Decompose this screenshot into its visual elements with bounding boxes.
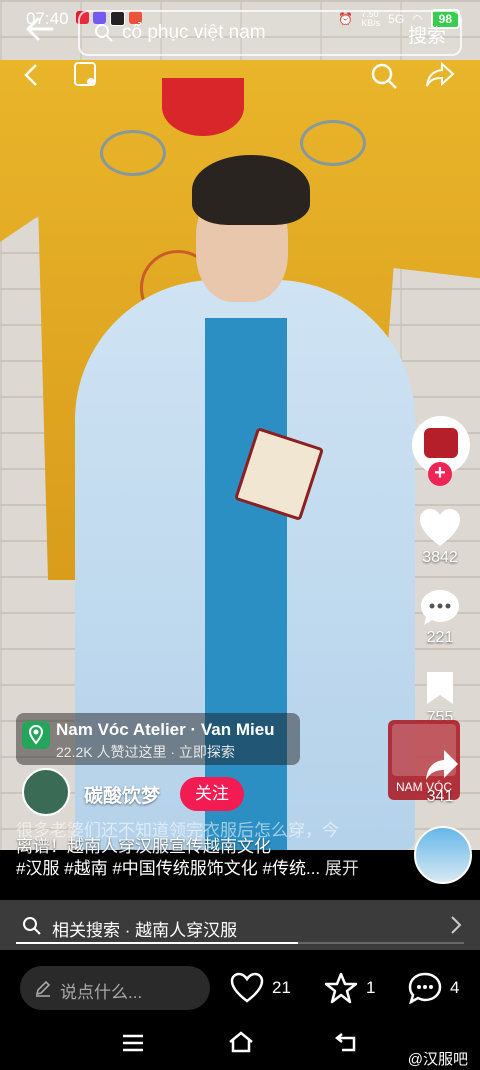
robe-motif — [100, 130, 166, 176]
like-heart-icon[interactable] — [418, 508, 462, 548]
related-search-label: 相关搜索 · 越南人穿汉服 — [52, 921, 238, 940]
chevron-left-icon[interactable] — [22, 62, 40, 88]
location-subtitle: 22.2K 人赞过这里 · 立即探索 — [56, 744, 235, 760]
chevron-right-icon — [451, 916, 462, 934]
pencil-icon — [35, 980, 51, 997]
search-icon — [23, 917, 41, 935]
comment-outline-icon — [408, 972, 442, 1004]
comment-count: 221 — [426, 629, 454, 646]
video-progress-fill — [16, 942, 299, 944]
search-icon — [95, 24, 113, 42]
description-hashtags: #汉服 #越南 #中国传统服饰文化 #传统... 展开 — [16, 858, 396, 880]
follow-button[interactable]: 关注 — [180, 777, 244, 811]
hashtag-line[interactable]: #汉服 #越南 #中国传统服饰文化 #传统... — [16, 859, 320, 878]
screen-cast-icon[interactable] — [72, 60, 100, 90]
share-arrow-icon[interactable] — [424, 60, 456, 90]
bottom-star-button[interactable]: 1 — [324, 972, 375, 1004]
share-icon[interactable] — [424, 748, 460, 782]
bookmark-icon[interactable] — [424, 670, 456, 706]
search-box[interactable]: cổ phục việt nam 搜索 — [78, 10, 462, 56]
search-query[interactable]: cổ phục việt nam — [122, 22, 266, 44]
follow-plus-button[interactable]: + — [428, 462, 452, 486]
home-icon[interactable] — [228, 1031, 254, 1053]
watermark: @汉服吧 — [407, 1051, 468, 1068]
share-count: 341 — [426, 788, 454, 805]
bottom-comment-count: 4 — [450, 978, 460, 997]
creator-logo — [424, 428, 458, 458]
person-hair — [192, 155, 310, 225]
music-disc-thumbnail[interactable] — [414, 826, 472, 884]
expand-link[interactable]: 展开 — [325, 859, 359, 878]
back-nav-icon[interactable] — [334, 1032, 358, 1052]
comment-input[interactable]: 说点什么... — [20, 966, 210, 1010]
video-search-icon[interactable] — [370, 62, 398, 90]
like-count: 3842 — [422, 549, 458, 566]
location-title: Nam Vóc Atelier · Van Mieu — [56, 720, 275, 739]
person-inner-robe — [205, 318, 287, 850]
bottom-comment-button[interactable]: 4 — [408, 972, 459, 1004]
author-name[interactable]: 碳酸饮梦 — [84, 781, 160, 808]
bottom-like-count: 21 — [272, 978, 291, 997]
bottom-like-button[interactable]: 21 — [230, 972, 291, 1004]
author-avatar[interactable] — [22, 768, 70, 816]
search-button[interactable]: 搜索 — [408, 21, 446, 48]
heart-outline-icon — [230, 972, 264, 1003]
location-pin-icon — [22, 721, 50, 749]
video-description[interactable]: 离谱！越南人穿汉服宣传越南文化 #汉服 #越南 #中国传统服饰文化 #传统...… — [16, 836, 396, 880]
robe-motif — [300, 120, 366, 166]
description-title: 离谱！越南人穿汉服宣传越南文化 — [16, 837, 271, 856]
comment-placeholder: 说点什么... — [60, 983, 143, 1002]
comment-bubble-icon[interactable] — [419, 588, 461, 628]
robe-collar — [162, 78, 244, 136]
star-outline-icon — [324, 972, 358, 1004]
recent-apps-icon[interactable] — [122, 1034, 144, 1052]
location-card[interactable]: Nam Vóc Atelier · Van Mieu 22.2K 人赞过这里 ·… — [16, 713, 300, 765]
video-progress-bar[interactable] — [16, 942, 464, 944]
back-arrow-icon[interactable] — [24, 14, 56, 44]
bottom-star-count: 1 — [366, 978, 376, 997]
